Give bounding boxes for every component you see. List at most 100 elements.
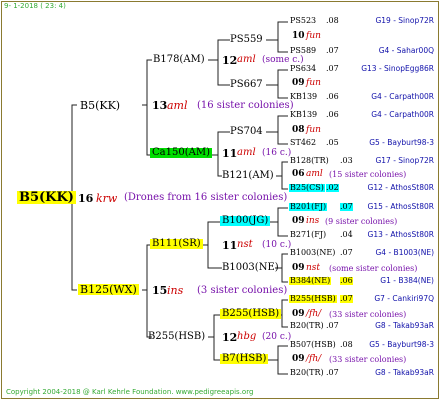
b178-queen[interactable]: B178(AM) [153, 55, 205, 65]
b121-queen[interactable]: B121(AM) [222, 171, 274, 181]
drone-code: ins [167, 284, 184, 297]
g8-code: /fh/ [306, 354, 322, 364]
b178-code: aml [237, 54, 256, 65]
b178-gen: 12 [222, 54, 238, 67]
drone-note: (3 sister colonies) [197, 285, 288, 296]
g3-code: fun [306, 125, 321, 135]
leaf-value: .05 [326, 138, 339, 147]
b255-queen[interactable]: B255(HSB) [148, 332, 205, 342]
g4-note: (15 sister colonies) [329, 170, 407, 179]
leaf-value: .07 [326, 368, 339, 377]
copyright-footer: Copyright 2004-2018 @ Karl Kehrle Founda… [6, 388, 254, 396]
leaf-source: G8 - Takab93aR [375, 368, 434, 377]
leaf-source: G7 - Cankiri97Q [374, 294, 434, 303]
leaf-value: .04 [340, 230, 353, 239]
leaf-source: G4 - Carpath00R [371, 92, 434, 101]
leaf-queen[interactable]: PS589 [289, 47, 317, 55]
leaf-value: .06 [326, 110, 339, 119]
leaf-queen[interactable]: KB139 [289, 111, 318, 119]
leaf-queen[interactable]: PS634 [289, 65, 317, 73]
leaf-source: G13 - AthosSt80R [367, 230, 434, 239]
b111-code: nst [237, 239, 253, 250]
g3-gen: 08 [292, 125, 305, 135]
leaf-queen[interactable]: B384(NE) [289, 277, 332, 285]
ca150-code: aml [237, 147, 256, 158]
ps667-queen[interactable]: PS667 [230, 80, 263, 90]
leaf-queen[interactable]: B201(FJ) [289, 203, 328, 211]
leaf-queen[interactable]: B128(TR) [289, 157, 330, 165]
g7-note: (33 sister colonies) [329, 310, 407, 319]
mother-code: aml [167, 99, 188, 112]
b1003-queen[interactable]: B1003(NE) [222, 263, 279, 273]
leaf-source: G13 - SinopEgg86R [361, 64, 434, 73]
ca150-note: (16 c.) [262, 148, 292, 158]
mother-gen: 13 [152, 99, 168, 112]
leaf-value: .07 [340, 248, 353, 257]
leaf-value: .07 [326, 321, 339, 330]
leaf-source: G19 - Sinop72R [375, 16, 434, 25]
leaf-queen[interactable]: KB139 [289, 93, 318, 101]
ca150-queen[interactable]: Ca150(AM) [150, 148, 212, 158]
b255-note: (20 c.) [262, 332, 292, 342]
b255-code: hbg [237, 331, 257, 342]
g6-note: (some sister colonies) [329, 264, 418, 273]
leaf-source: G4 - Sahar00Q [378, 46, 434, 55]
g6-code: nst [306, 263, 321, 273]
leaf-value: .07 [340, 202, 353, 211]
g4-gen: 06 [292, 169, 305, 179]
leaf-queen[interactable]: B25(CS) [289, 184, 325, 192]
leaf-source: G5 - Bayburt98-3 [369, 340, 434, 349]
g2-gen: 09 [292, 78, 305, 88]
g5-gen: 09 [292, 216, 305, 226]
root-code: krw [96, 192, 118, 205]
g8-gen: 09 [292, 354, 305, 364]
leaf-value: .06 [340, 276, 353, 285]
leaf-queen[interactable]: B1003(NE) [289, 249, 336, 257]
leaf-queen[interactable]: B255(HSB) [289, 295, 337, 303]
leaf-value: .07 [340, 294, 353, 303]
leaf-value: .03 [340, 156, 353, 165]
g5-note: (9 sister colonies) [325, 217, 398, 226]
leaf-value: .08 [326, 16, 339, 25]
ps704-queen[interactable]: PS704 [230, 127, 263, 137]
g1-gen: 10 [292, 31, 305, 41]
root-note: (Drones from 16 sister colonies) [124, 192, 288, 203]
leaf-source: G8 - Takab93aR [375, 321, 434, 330]
leaf-queen[interactable]: ST462 [289, 139, 317, 147]
drone-queen[interactable]: B125(WX) [78, 284, 139, 295]
g1-code: fun [306, 31, 321, 41]
leaf-queen[interactable]: PS523 [289, 17, 317, 25]
g4-code: aml [306, 169, 323, 179]
b111-queen[interactable]: B111(SR) [150, 239, 203, 249]
g8-note: (33 sister colonies) [329, 355, 407, 364]
leaf-queen[interactable]: B271(FJ) [289, 231, 327, 239]
date-header: 9- 1-2018 ( 23: 4) [4, 2, 66, 10]
g6-gen: 09 [292, 263, 305, 273]
leaf-source: G15 - AthosSt80R [367, 202, 434, 211]
ca150-gen: 11 [222, 147, 238, 160]
leaf-value: .07 [326, 64, 339, 73]
g7-code: /fh/ [306, 309, 322, 319]
b100-queen[interactable]: B100(JG) [220, 216, 271, 226]
leaf-source: G12 - AthosSt80R [367, 183, 434, 192]
ps559-queen[interactable]: PS559 [230, 35, 263, 45]
leaf-value: .08 [340, 340, 353, 349]
b111-gen: 11 [222, 239, 238, 252]
mother-queen[interactable]: B5(KK) [80, 100, 120, 111]
leaf-value: .07 [326, 46, 339, 55]
leaf-source: G4 - Carpath00R [371, 110, 434, 119]
leaf-queen[interactable]: B20(TR) [289, 322, 325, 330]
leaf-source: G4 - B1003(NE) [375, 248, 435, 257]
leaf-value: .02 [326, 183, 339, 192]
root-gen: 16 [78, 192, 94, 205]
leaf-queen[interactable]: B507(HSB) [289, 341, 337, 349]
leaf-source: G5 - Bayburt98-3 [369, 138, 434, 147]
b111-note: (10 c.) [262, 240, 292, 250]
b255hsb-queen[interactable]: B255(HSB) [220, 309, 282, 319]
leaf-queen[interactable]: B20(TR) [289, 369, 325, 377]
root-queen[interactable]: B5(KK) [17, 191, 76, 204]
g5-code: ins [306, 216, 320, 226]
leaf-source: G1 - B384(NE) [380, 276, 434, 285]
leaf-value: .06 [326, 92, 339, 101]
b7-queen[interactable]: B7(HSB) [220, 354, 269, 364]
